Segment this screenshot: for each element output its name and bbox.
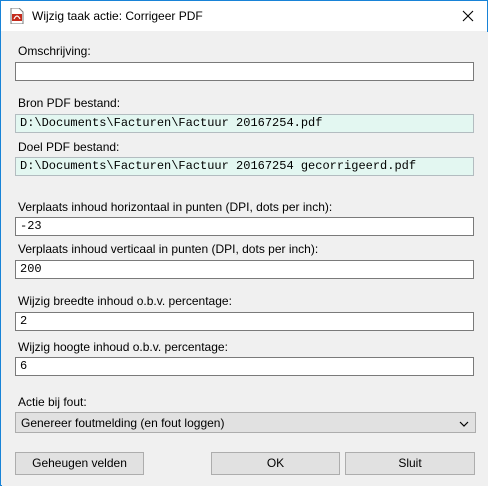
error-action-label: Actie bij fout:: [18, 395, 87, 409]
title-bar: Wijzig taak actie: Corrigeer PDF: [1, 1, 487, 31]
close-icon[interactable]: [457, 5, 479, 27]
error-action-value: Genereer foutmelding (en fout loggen): [21, 416, 225, 430]
close-button[interactable]: Sluit: [345, 452, 475, 475]
pdf-document-icon: [10, 7, 24, 25]
description-field[interactable]: [15, 62, 474, 81]
shift-horizontal-label: Verplaats inhoud horizontaal in punten (…: [18, 200, 333, 214]
ok-button[interactable]: OK: [211, 452, 340, 475]
shift-horizontal-field[interactable]: -23: [15, 217, 474, 236]
window-title: Wijzig taak actie: Corrigeer PDF: [32, 9, 203, 23]
source-pdf-label: Bron PDF bestand:: [18, 96, 121, 110]
description-label: Omschrijving:: [18, 44, 91, 58]
save-fields-button[interactable]: Geheugen velden: [15, 452, 144, 475]
shift-vertical-label: Verplaats inhoud verticaal in punten (DP…: [18, 242, 319, 256]
error-action-select[interactable]: Genereer foutmelding (en fout loggen): [15, 412, 476, 433]
dialog-window: Wijzig taak actie: Corrigeer PDF Omschri…: [0, 0, 488, 486]
height-percentage-field[interactable]: 6: [15, 357, 474, 376]
target-pdf-label: Doel PDF bestand:: [18, 140, 120, 154]
source-pdf-field[interactable]: D:\Documents\Facturen\Factuur 20167254.p…: [15, 114, 474, 133]
width-percentage-field[interactable]: 2: [15, 312, 474, 331]
dialog-body: Omschrijving: Bron PDF bestand: D:\Docum…: [2, 32, 488, 486]
width-percentage-label: Wijzig breedte inhoud o.b.v. percentage:: [18, 294, 232, 308]
chevron-down-icon: [459, 418, 469, 428]
shift-vertical-field[interactable]: 200: [15, 260, 474, 279]
height-percentage-label: Wijzig hoogte inhoud o.b.v. percentage:: [18, 340, 228, 354]
target-pdf-field[interactable]: D:\Documents\Facturen\Factuur 20167254 g…: [15, 157, 474, 176]
